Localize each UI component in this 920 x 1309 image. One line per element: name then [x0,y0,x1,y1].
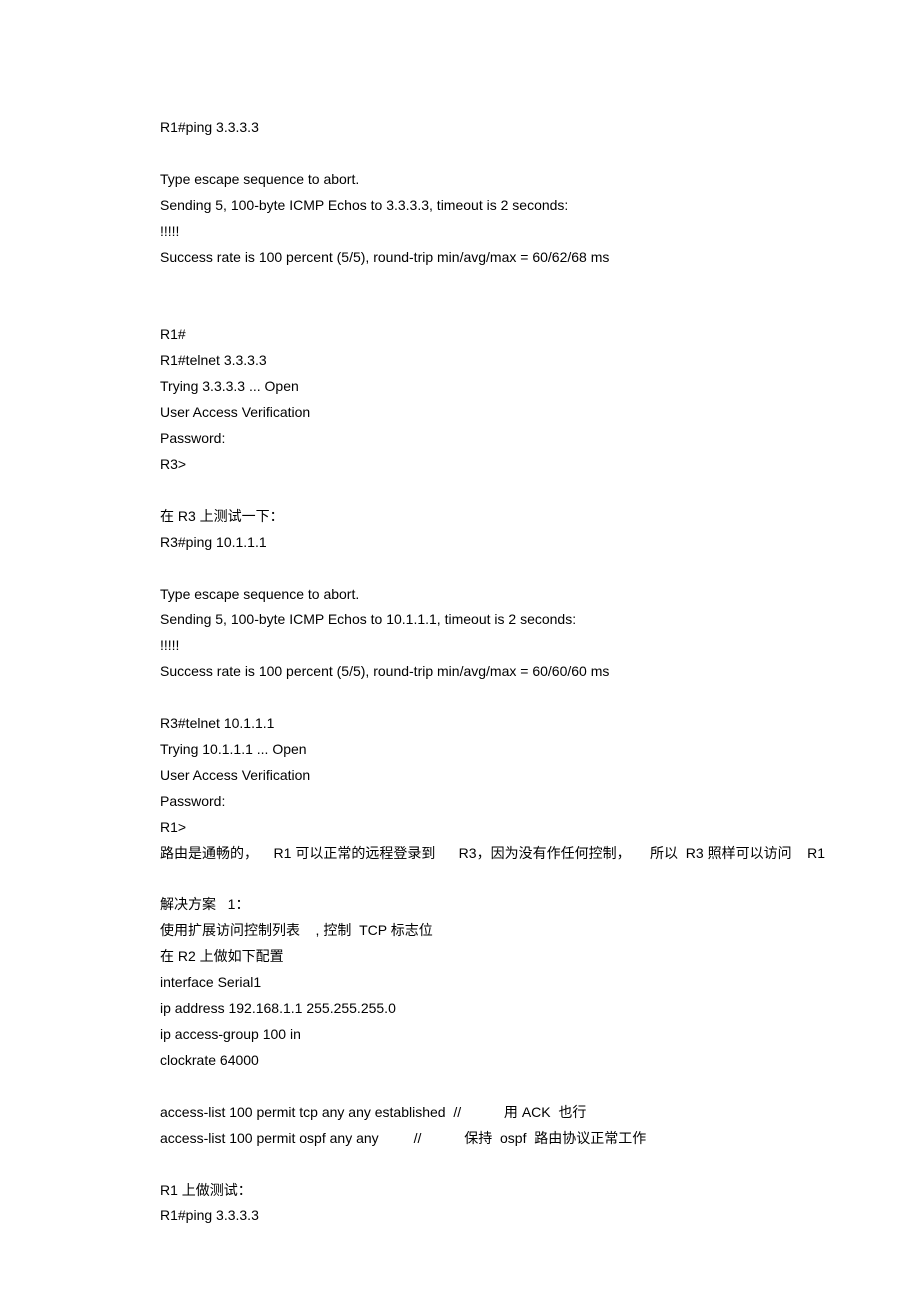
text-line: Password: [160,426,840,452]
text-line: R3> [160,452,840,478]
blank-line [160,270,840,296]
text-line: !!!!! [160,219,840,245]
text-line: Trying 10.1.1.1 ... Open [160,737,840,763]
text-line: User Access Verification [160,400,840,426]
blank-line [160,556,840,582]
text-line: R3#ping 10.1.1.1 [160,530,840,556]
text-line: Sending 5, 100-byte ICMP Echos to 10.1.1… [160,607,840,633]
text-line: R1# [160,322,840,348]
document-page: R1#ping 3.3.3.3 Type escape sequence to a… [0,0,920,1309]
text-line: R3#telnet 10.1.1.1 [160,711,840,737]
text-line: 在 R2 上做如下配置 [160,944,840,970]
text-line: User Access Verification [160,763,840,789]
text-line: R1> [160,815,840,841]
text-line: !!!!! [160,633,840,659]
blank-line [160,685,840,711]
text-line: R1#ping 3.3.3.3 [160,115,840,141]
text-line: 在 R3 上测试一下： [160,504,840,530]
text-line: access-list 100 permit tcp any any estab… [160,1100,840,1126]
blank-line [160,866,840,892]
text-line: Trying 3.3.3.3 ... Open [160,374,840,400]
blank-line [160,1074,840,1100]
text-line: Sending 5, 100-byte ICMP Echos to 3.3.3.… [160,193,840,219]
document-content: R1#ping 3.3.3.3 Type escape sequence to a… [160,115,840,1229]
blank-line [160,141,840,167]
text-line: Success rate is 100 percent (5/5), round… [160,245,840,271]
text-line: 路由是通畅的， R1 可以正常的远程登录到 R3，因为没有作任何控制， 所以 R… [160,841,840,867]
text-line: ip address 192.168.1.1 255.255.255.0 [160,996,840,1022]
blank-line [160,478,840,504]
text-line: 使用扩展访问控制列表 , 控制 TCP 标志位 [160,918,840,944]
text-line: clockrate 64000 [160,1048,840,1074]
blank-line [160,1152,840,1178]
text-line: interface Serial1 [160,970,840,996]
text-line: 解决方案 1： [160,892,840,918]
text-line: Success rate is 100 percent (5/5), round… [160,659,840,685]
text-line: Password: [160,789,840,815]
text-line: ip access-group 100 in [160,1022,840,1048]
text-line: R1#telnet 3.3.3.3 [160,348,840,374]
text-line: Type escape sequence to abort. [160,167,840,193]
blank-line [160,296,840,322]
text-line: Type escape sequence to abort. [160,582,840,608]
text-line: R1#ping 3.3.3.3 [160,1203,840,1229]
text-line: R1 上做测试： [160,1178,840,1204]
text-line: access-list 100 permit ospf any any // 保… [160,1126,840,1152]
